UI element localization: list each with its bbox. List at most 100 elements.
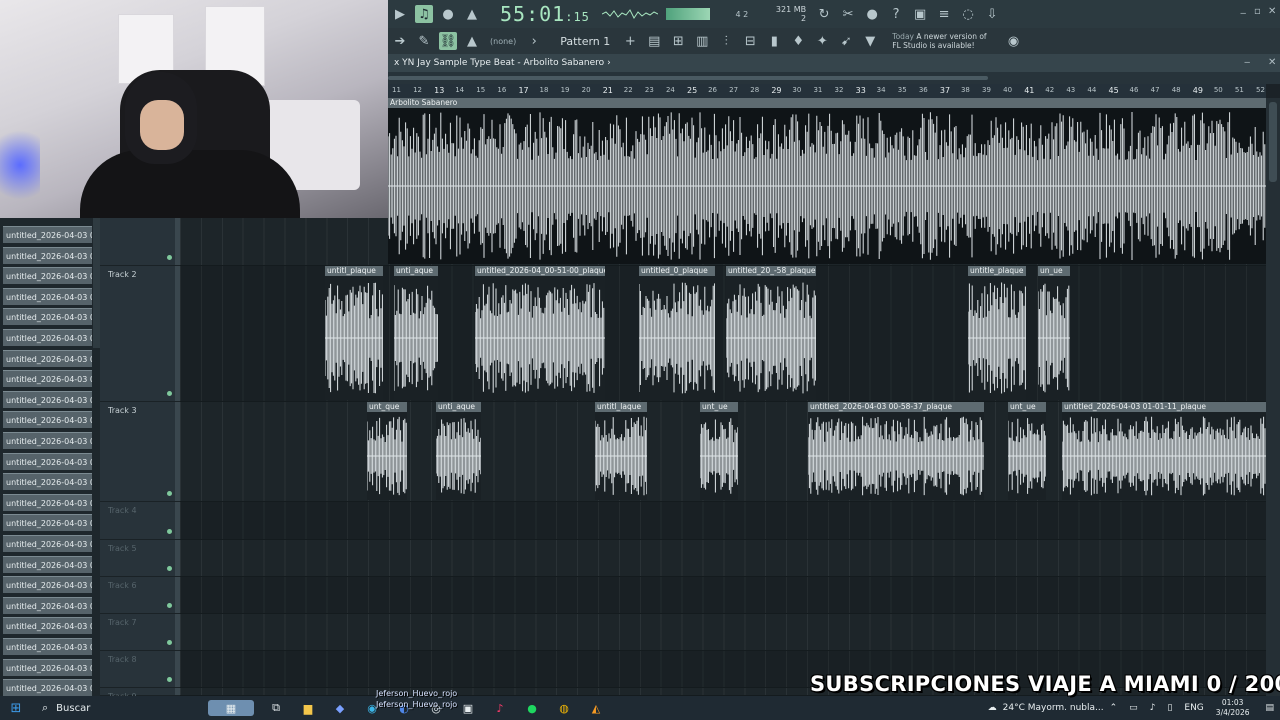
fl-studio-icon[interactable]: ◭	[586, 700, 606, 716]
arrow-right-icon[interactable]: ➔	[391, 32, 409, 50]
news-panel[interactable]: Today A newer version of FL Studio is ava…	[892, 32, 986, 50]
chat-icon[interactable]: ◌	[959, 5, 977, 23]
chevron-up-icon[interactable]: ⌃	[1110, 703, 1118, 713]
channel-button[interactable]: untitled_2026-04-03 00-	[3, 576, 92, 594]
track-lane[interactable]	[180, 577, 1266, 614]
channel-button[interactable]: untitled_2026-04-03 01-	[3, 473, 92, 491]
shop-icon[interactable]: ▼	[861, 32, 879, 50]
track-header[interactable]: Track 9	[100, 688, 180, 701]
browser-icon[interactable]: ⊟	[741, 32, 759, 50]
pattern-selector[interactable]: Pattern 1	[560, 35, 610, 48]
channel-button[interactable]: untitled_2026-04-03 00-	[3, 287, 92, 305]
cut-icon[interactable]: ✂	[839, 5, 857, 23]
audio-clip[interactable]: untitled_0_plaque	[639, 266, 715, 400]
channel-button[interactable]: untitled_2026-04-03 00-	[3, 308, 92, 326]
track-mute-led[interactable]	[167, 640, 172, 645]
track-header[interactable]: Track 5	[100, 540, 180, 577]
channel-button[interactable]: untitled_2026-04-03 00-	[3, 493, 92, 511]
record-icon[interactable]: ●	[439, 5, 457, 23]
channel-button[interactable]: untitled_2026-04-03 00-	[3, 452, 92, 470]
audio-clip[interactable]: untitled_20_-58_plaque	[726, 266, 816, 400]
track-lane[interactable]	[180, 502, 1266, 540]
track-header[interactable]: Track 3	[100, 402, 180, 502]
channel-button[interactable]: untitled_2026-04-03 00-	[3, 617, 92, 635]
mixer-icon[interactable]: ≡	[935, 5, 953, 23]
track-mute-led[interactable]	[167, 491, 172, 496]
channel-button[interactable]: untitled_2026-04-03 00-	[3, 535, 92, 552]
channel-button[interactable]: untitled_2026-04-03 00-	[3, 638, 92, 655]
playlist-minimize-icon[interactable]: ‒	[1244, 57, 1250, 68]
audio-clip[interactable]: unt_ue	[700, 402, 738, 500]
channel-button[interactable]: untitled_2026-04-03 00-	[3, 226, 92, 243]
track-mute-led[interactable]	[167, 391, 172, 396]
channel-button[interactable]: untitled_2026-04-03 00-	[3, 349, 92, 367]
audio-clip[interactable]: untitled_2026-04-03 00-58-37_plaque	[808, 402, 984, 500]
chrome-icon[interactable]: ◍	[554, 700, 574, 716]
chevron-right-icon[interactable]: ›	[525, 32, 543, 50]
audio-clip[interactable]: untitl_laque	[595, 402, 647, 500]
channel-button[interactable]: untitled_2026-04-03 00-	[3, 679, 92, 697]
timeline-ruler[interactable]: 11 12 13 14 15 16 17 18 19 20 21 22 23 24 25 26 27 28 29 30…	[388, 84, 1266, 98]
copilot-icon[interactable]: ◆	[330, 700, 350, 716]
save-icon[interactable]: ▣	[911, 5, 929, 23]
piano-roll-icon[interactable]: ▥	[693, 32, 711, 50]
track-lane[interactable]	[180, 614, 1266, 651]
speaker-icon[interactable]: ♪	[1150, 703, 1156, 713]
clock[interactable]: 01:03 3/4/2026	[1216, 698, 1250, 718]
metronome-icon[interactable]: ▲	[463, 5, 481, 23]
bucket-icon[interactable]: ▲	[463, 32, 481, 50]
horizontal-scrollbar[interactable]	[388, 72, 1280, 84]
time-display[interactable]: 55:01:15	[500, 2, 590, 26]
playlist-icon[interactable]: ⫶	[717, 32, 735, 50]
link-out-icon[interactable]: ➹	[837, 32, 855, 50]
song-mode-icon[interactable]: ♫	[415, 5, 433, 23]
windows-start-icon[interactable]: ⊞	[6, 700, 26, 716]
weather-text[interactable]: Mayorm. nubla...	[1028, 703, 1104, 713]
audio-clip[interactable]: unt_que	[367, 402, 407, 500]
channel-button[interactable]: untitled_2026-04-03 00-	[3, 267, 92, 285]
undo-icon[interactable]: ↻	[815, 5, 833, 23]
weather-temp[interactable]: 24°C	[1003, 703, 1025, 713]
plus-icon[interactable]: +	[621, 32, 639, 50]
track-mute-led[interactable]	[167, 677, 172, 682]
channel-button[interactable]: untitled_2026-04-03 00-	[3, 596, 92, 614]
channel-button[interactable]: untitled_2026-04-03 00-	[3, 555, 92, 573]
battery-icon[interactable]: ▯	[1167, 703, 1172, 713]
tools-icon[interactable]: ✦	[813, 32, 831, 50]
audio-clip[interactable]: unti_aque	[436, 402, 481, 500]
help-icon[interactable]: ?	[887, 5, 905, 23]
store-icon[interactable]: ▣	[458, 700, 478, 716]
channel-button[interactable]: untitled_2026-04-03 00-	[3, 514, 92, 532]
track-header[interactable]: Track 7	[100, 614, 180, 651]
snap-select[interactable]: (none)	[490, 37, 516, 46]
channel-button[interactable]: untitled_2026-04-03 00-	[3, 390, 92, 408]
play-icon[interactable]: ▶	[391, 5, 409, 23]
channel-button[interactable]: untitled_2026-04-03 00-	[3, 246, 92, 264]
channel-rack-icon[interactable]: ⊞	[669, 32, 687, 50]
track-header[interactable]: Track 2	[100, 266, 180, 402]
minimize-icon[interactable]: ‒	[1240, 8, 1246, 19]
globe-icon[interactable]: ◉	[1005, 32, 1023, 50]
link-icon[interactable]: ⛓	[439, 32, 457, 50]
audio-clip[interactable]: unti_aque	[394, 266, 438, 400]
bpm-slider[interactable]: 4 2	[717, 5, 767, 23]
download-icon[interactable]: ⇩	[983, 5, 1001, 23]
audio-clip[interactable]: untitle_plaque	[968, 266, 1026, 400]
widgets-icon[interactable]: ▦	[208, 700, 254, 716]
pencil-icon[interactable]: ✎	[415, 32, 433, 50]
file-explorer-icon[interactable]: ▆	[298, 700, 318, 716]
plugin-icon[interactable]: ♦	[789, 32, 807, 50]
mic-icon[interactable]: ●	[863, 5, 881, 23]
vertical-scrollbar[interactable]	[1266, 98, 1280, 696]
audio-clip[interactable]: untitl_plaque	[325, 266, 383, 400]
track-mute-led[interactable]	[167, 255, 172, 260]
track-mute-led[interactable]	[167, 566, 172, 571]
tiktok-icon[interactable]: ♪	[490, 700, 510, 716]
channel-button[interactable]: untitled_2026-04-03 00-	[3, 658, 92, 676]
playlist-close-icon[interactable]: ✕	[1268, 57, 1276, 68]
mixer-window-icon[interactable]: ▤	[645, 32, 663, 50]
weather-icon[interactable]: ☁	[988, 703, 997, 713]
close-icon[interactable]: ✕	[1268, 6, 1276, 17]
channel-button[interactable]: untitled_2026-04-03 01-	[3, 370, 92, 388]
track-mute-led[interactable]	[167, 529, 172, 534]
